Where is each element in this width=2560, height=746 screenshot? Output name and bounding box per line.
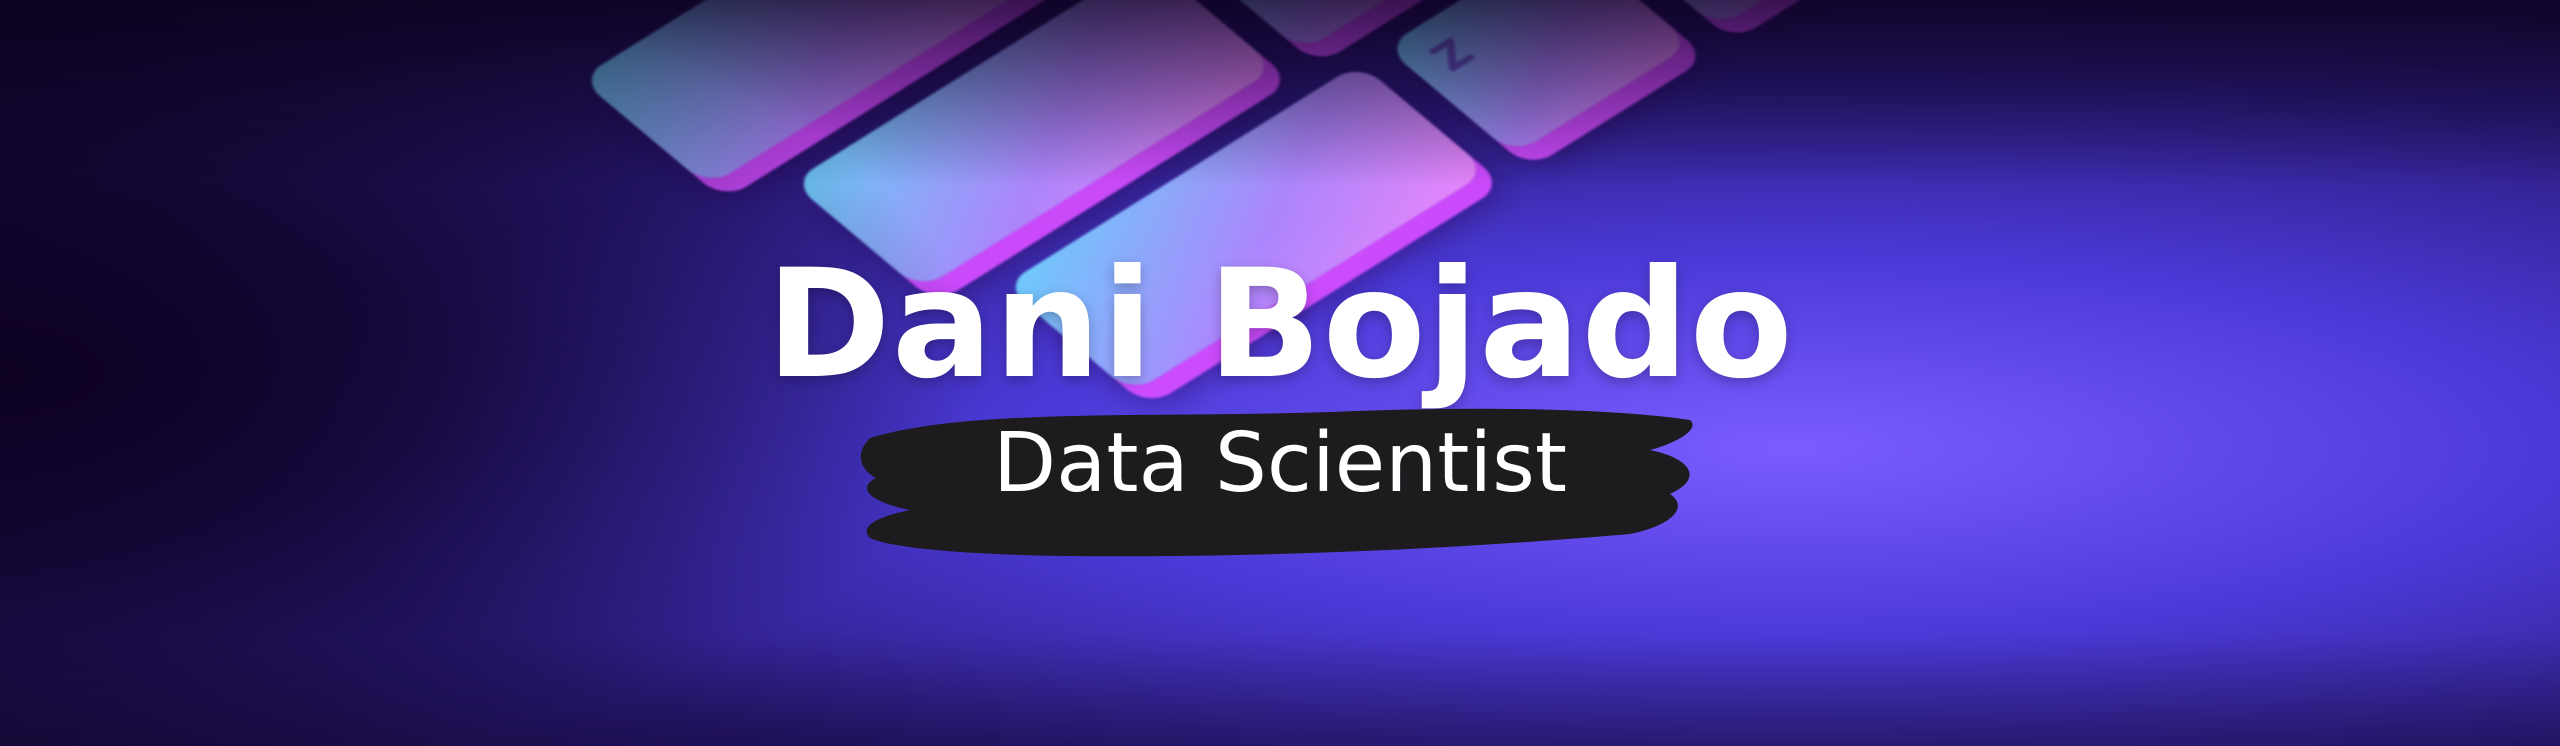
banner-title: Dani Bojado <box>766 238 1794 412</box>
header-banner: % ^ 6 R T Y F G H Z X C Dani Bojado Data… <box>0 0 2560 746</box>
banner-subtitle: Data Scientist <box>993 416 1567 511</box>
